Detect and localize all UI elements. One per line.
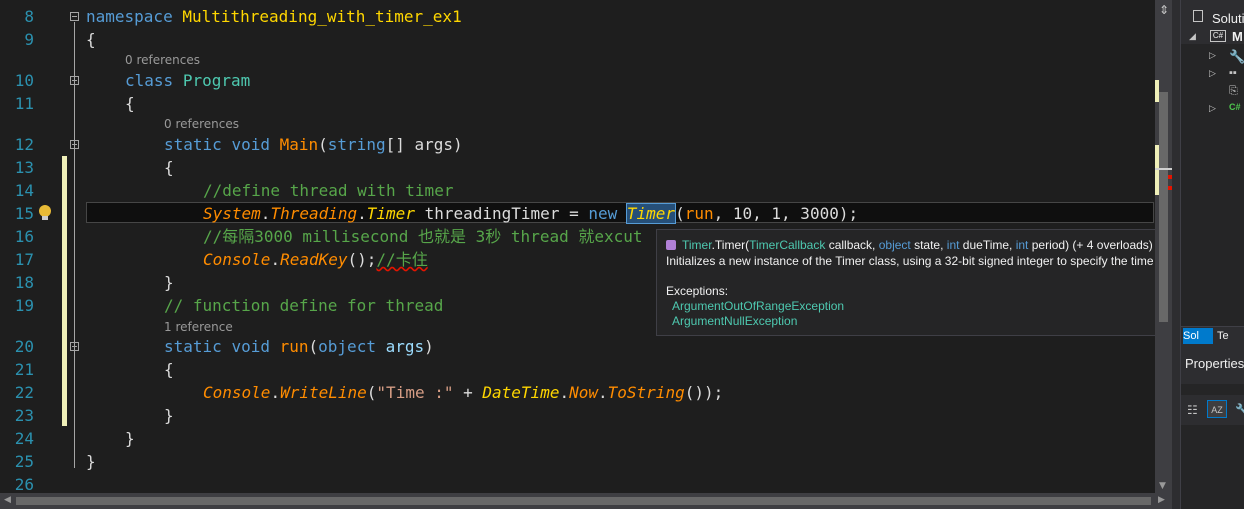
- line-number: 10: [14, 71, 34, 90]
- scroll-caret-mark: [1155, 168, 1172, 170]
- hscroll-thumb[interactable]: [16, 497, 1151, 505]
- solution-explorer-panel: Soluti ◢ C# M ▷ 🔧 ▷ ▪▪ ⎘ ▷ C# Sol Te Pro…: [1180, 0, 1244, 509]
- code-line-20: static void run(object args): [164, 337, 434, 356]
- code-line-13: {: [164, 158, 174, 177]
- collapsed-icon[interactable]: ▷: [1209, 68, 1216, 79]
- code-line-19: // function define for thread: [164, 296, 444, 315]
- line-number: 15: [14, 204, 34, 223]
- code-line-9: {: [86, 30, 96, 49]
- collapsed-icon[interactable]: ▷: [1209, 50, 1216, 61]
- line-number: 26: [14, 475, 34, 493]
- tab-team-explorer[interactable]: Te: [1217, 328, 1229, 344]
- code-line-25: }: [86, 452, 96, 471]
- scrollbar-thumb[interactable]: [1159, 92, 1168, 322]
- project-label[interactable]: M: [1232, 29, 1243, 44]
- horizontal-scrollbar[interactable]: ◀ ▶: [0, 493, 1172, 509]
- tooltip-signature: Timer.Timer(TimerCallback callback, obje…: [666, 237, 1224, 253]
- solution-icon: [1193, 10, 1203, 22]
- line-number: 18: [14, 273, 34, 292]
- exception-link[interactable]: ArgumentNullException: [666, 314, 1224, 329]
- vertical-scrollbar[interactable]: ⇕ ▼: [1155, 0, 1172, 493]
- line-number: 13: [14, 158, 34, 177]
- scroll-change-mark: [1155, 145, 1159, 195]
- categorized-icon[interactable]: ☷: [1187, 403, 1198, 417]
- code-line-21: {: [164, 360, 174, 379]
- code-line-12: static void Main(string[] args): [164, 135, 463, 154]
- expanded-icon[interactable]: ◢: [1189, 31, 1196, 42]
- line-number: 24: [14, 429, 34, 448]
- code-line-10: class Program: [125, 71, 251, 90]
- line-number: 22: [14, 383, 34, 402]
- code-line-23: }: [164, 406, 174, 425]
- csharp-project-icon: C#: [1210, 30, 1226, 42]
- line-number: 9: [24, 30, 34, 49]
- change-marker: [62, 156, 67, 426]
- code-line-16: //每隔3000 millisecond 也就是 3秒 thread 就excu…: [203, 227, 643, 246]
- outline-line: [74, 22, 75, 468]
- codelens-references[interactable]: 0 references: [125, 53, 200, 67]
- scroll-down-icon[interactable]: ▼: [1159, 481, 1166, 491]
- code-line-18: }: [164, 273, 174, 292]
- line-number: 25: [14, 452, 34, 471]
- collapse-icon[interactable]: [70, 140, 79, 149]
- collapse-icon[interactable]: [70, 342, 79, 351]
- alphabetical-icon[interactable]: AZ: [1207, 400, 1227, 418]
- splitter[interactable]: [1172, 0, 1180, 509]
- quickinfo-tooltip: Timer.Timer(TimerCallback callback, obje…: [656, 229, 1234, 336]
- method-icon: [666, 240, 676, 250]
- line-number: 19: [14, 296, 34, 315]
- scroll-left-icon[interactable]: ◀: [4, 495, 11, 505]
- wrench-icon: 🔧: [1229, 49, 1244, 64]
- line-number: 17: [14, 250, 34, 269]
- code-line-8: namespace Multithreading_with_timer_ex1: [86, 7, 462, 26]
- references-icon: ▪▪: [1229, 67, 1237, 79]
- codelens-references[interactable]: 1 reference: [164, 320, 233, 334]
- config-file-icon: ⎘: [1229, 85, 1238, 97]
- code-line-15: System.Threading.Timer threadingTimer = …: [203, 203, 859, 224]
- collapse-icon[interactable]: [70, 12, 79, 21]
- code-line-17: Console.ReadKey();//卡住: [203, 250, 428, 269]
- code-line-24: }: [125, 429, 135, 448]
- csharp-file-icon: C#: [1229, 102, 1241, 112]
- code-line-11: {: [125, 94, 135, 113]
- collapsed-icon[interactable]: ▷: [1209, 103, 1216, 114]
- code-line-22: Console.WriteLine("Time :" + DateTime.No…: [203, 383, 724, 402]
- property-pages-icon[interactable]: 🔧: [1235, 403, 1244, 417]
- split-icon[interactable]: ⇕: [1159, 3, 1169, 17]
- line-number: 23: [14, 406, 34, 425]
- line-number: 16: [14, 227, 34, 246]
- line-number: 20: [14, 337, 34, 356]
- collapse-icon[interactable]: [70, 76, 79, 85]
- exception-link[interactable]: ArgumentOutOfRangeException: [666, 299, 1224, 314]
- code-line-14: //define thread with timer: [203, 181, 454, 200]
- codelens-references[interactable]: 0 references: [164, 117, 239, 131]
- line-number: 8: [24, 7, 34, 26]
- line-number: 21: [14, 360, 34, 379]
- tooltip-description: Initializes a new instance of the Timer …: [666, 254, 1199, 268]
- solution-label[interactable]: Soluti: [1212, 11, 1244, 26]
- scroll-right-icon[interactable]: ▶: [1158, 495, 1165, 505]
- line-number: 14: [14, 181, 34, 200]
- line-number: 12: [14, 135, 34, 154]
- tab-solution-explorer[interactable]: Sol: [1183, 328, 1213, 344]
- lightbulb-icon[interactable]: [36, 204, 54, 223]
- scroll-change-mark: [1155, 80, 1159, 102]
- properties-title: Properties: [1185, 356, 1244, 371]
- line-number: 11: [14, 94, 34, 113]
- tooltip-exceptions-label: Exceptions:: [666, 284, 729, 298]
